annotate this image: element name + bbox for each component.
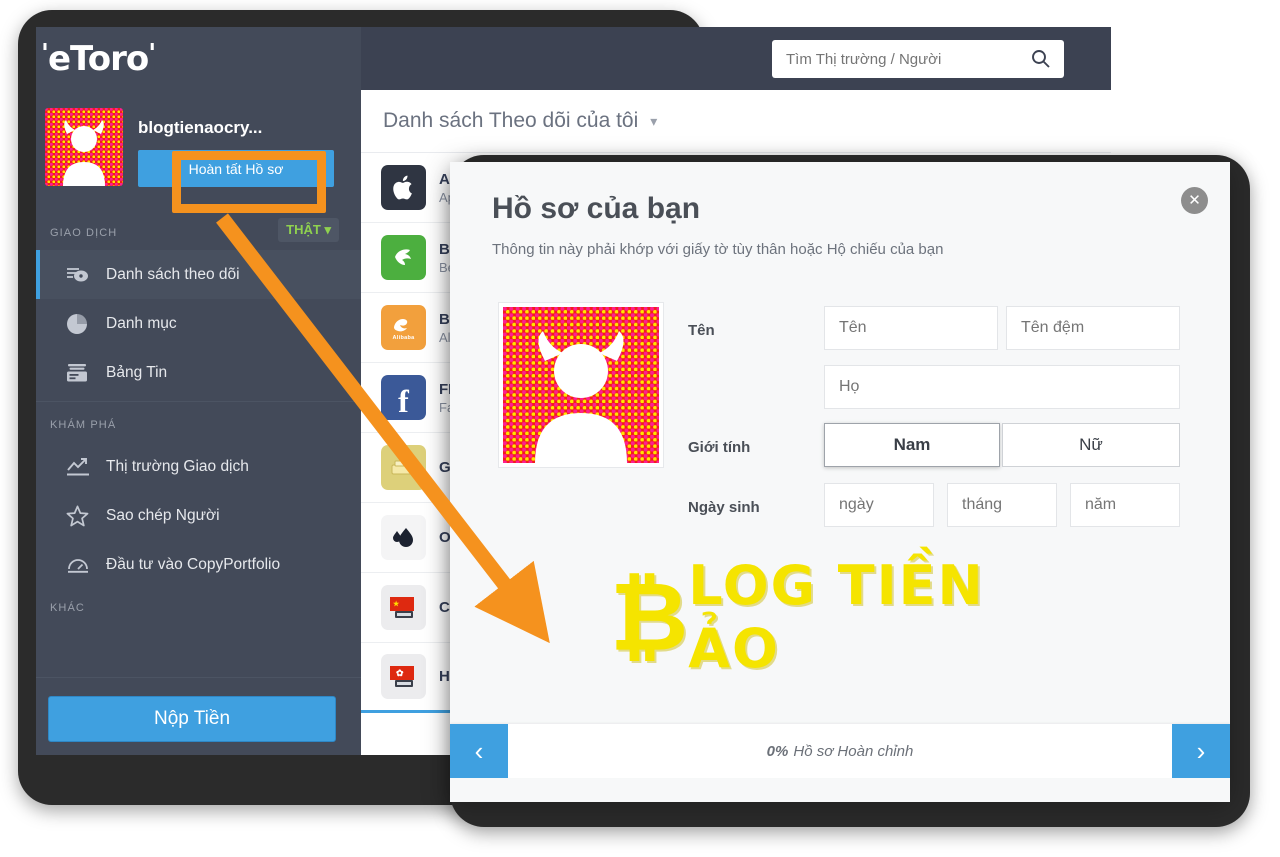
watchlist-eye-icon [66, 265, 106, 285]
sidebar-item-label: Danh mục [106, 314, 177, 332]
close-icon[interactable]: ✕ [1181, 187, 1208, 214]
chevron-down-icon: ▾ [324, 222, 331, 237]
sidebar-item-copy-people[interactable]: Sao chép Người [36, 491, 361, 540]
topbar [361, 27, 1111, 90]
sidebar-item-label: Sao chép Người [106, 506, 220, 524]
dob-day-field[interactable] [824, 483, 934, 527]
first-name-field[interactable] [824, 306, 998, 350]
sidebar-item-label: Đầu tư vào CopyPortfolio [106, 555, 281, 573]
modal-subtitle: Thông tin này phải khớp với giấy tờ tùy … [492, 241, 944, 258]
gauge-icon [66, 555, 106, 575]
logo-area: 'eToro' [36, 27, 361, 90]
etoro-logo: 'eToro' [41, 39, 156, 79]
gender-label: Giới tính [688, 439, 751, 456]
hongkong-flag-icon: ✿ [381, 654, 426, 699]
section-title-discover: KHÁM PHÁ [50, 419, 117, 431]
gender-option-male[interactable]: Nam [824, 423, 1000, 467]
avatar[interactable] [45, 108, 123, 186]
beyond-meat-icon [381, 235, 426, 280]
facebook-glyph: f [398, 383, 409, 419]
last-name-field[interactable] [824, 365, 1180, 409]
sidebar-item-portfolio[interactable]: Danh mục [36, 299, 361, 348]
dob-label: Ngày sinh [688, 499, 760, 516]
dob-month-field[interactable] [947, 483, 1057, 527]
china-flag-icon: ★ [381, 585, 426, 630]
search-icon[interactable] [1031, 49, 1050, 73]
watchlist-header[interactable]: Danh sách Theo dõi của tôi ▾ [361, 90, 1111, 153]
sidebar-item-copyportfolio[interactable]: Đầu tư vào CopyPortfolio [36, 540, 361, 589]
pie-chart-icon [66, 313, 106, 335]
deposit-button[interactable]: Nộp Tiền [48, 696, 336, 742]
logo-horn-right: ' [148, 39, 156, 69]
highlight-box [172, 151, 326, 213]
blog-watermark: ₿ LOG TIỀN ẢO [610, 554, 1040, 680]
modal-footer: ‹ 0% Hồ sơ Hoàn chỉnh › [450, 724, 1230, 778]
dob-year-field[interactable] [1070, 483, 1180, 527]
search-box[interactable] [772, 40, 1064, 78]
sidebar-item-label: Danh sách theo dõi [106, 265, 240, 283]
svg-text:★: ★ [393, 600, 400, 608]
facebook-icon: f [381, 375, 426, 420]
alibaba-icon: Alibaba [381, 305, 426, 350]
name-label: Tên [688, 322, 715, 339]
trading-mode-label: THẬT [286, 222, 321, 237]
bull-avatar-icon [503, 307, 659, 463]
progress-label: Hồ sơ Hoàn chỉnh [793, 742, 914, 760]
star-icon [66, 505, 106, 527]
gender-option-female[interactable]: Nữ [1002, 423, 1180, 467]
trading-mode-badge[interactable]: THẬT ▾ [278, 218, 339, 242]
news-feed-icon [66, 363, 106, 383]
bitcoin-icon: ₿ [610, 560, 689, 673]
watermark-text: LOG TIỀN ẢO [688, 554, 985, 680]
screenshot-stage: 'eToro' blogtienaocry... Hoàn tất Hồ sơ … [0, 0, 1280, 857]
sidebar-divider [36, 401, 361, 402]
profile-modal: ✕ Hồ sơ của bạn Thông tin này phải khớp … [450, 162, 1230, 802]
search-input[interactable] [786, 40, 1016, 78]
chevron-down-icon[interactable]: ▾ [650, 113, 657, 130]
middle-name-field[interactable] [1006, 306, 1180, 350]
gold-bar-icon [381, 445, 426, 490]
sidebar-item-markets[interactable]: Thị trường Giao dịch [36, 442, 361, 491]
sidebar: 'eToro' blogtienaocry... Hoàn tất Hồ sơ … [36, 27, 361, 755]
logo-horn-left: ' [41, 39, 49, 69]
avatar[interactable] [498, 302, 664, 468]
etoro-logo-text: eToro [47, 39, 149, 79]
svg-text:✿: ✿ [396, 668, 404, 678]
chevron-right-icon[interactable]: › [1172, 724, 1230, 778]
progress-status: 0% Hồ sơ Hoàn chỉnh [508, 724, 1172, 778]
watchlist-title: Danh sách Theo dõi của tôi [383, 109, 639, 132]
sidebar-item-watchlist[interactable]: Danh sách theo dõi [36, 250, 361, 299]
sidebar-username: blogtienaocry... [138, 118, 263, 137]
deposit-area: Nộp Tiền [36, 677, 361, 755]
bull-avatar-icon [45, 108, 123, 186]
trading-section-row: GIAO DỊCH THẬT ▾ [36, 218, 361, 250]
page-title: Hồ sơ của bạn [492, 192, 701, 225]
apple-icon [381, 165, 426, 210]
section-title-other: KHÁC [50, 602, 85, 614]
sidebar-item-label: Thị trường Giao dịch [106, 457, 249, 475]
chevron-left-icon[interactable]: ‹ [450, 724, 508, 778]
trending-up-icon [66, 457, 106, 477]
sidebar-item-label: Bảng Tin [106, 363, 168, 381]
sidebar-item-feed[interactable]: Bảng Tin [36, 348, 361, 397]
progress-percent: 0% [766, 742, 789, 760]
oil-drop-icon [381, 515, 426, 560]
